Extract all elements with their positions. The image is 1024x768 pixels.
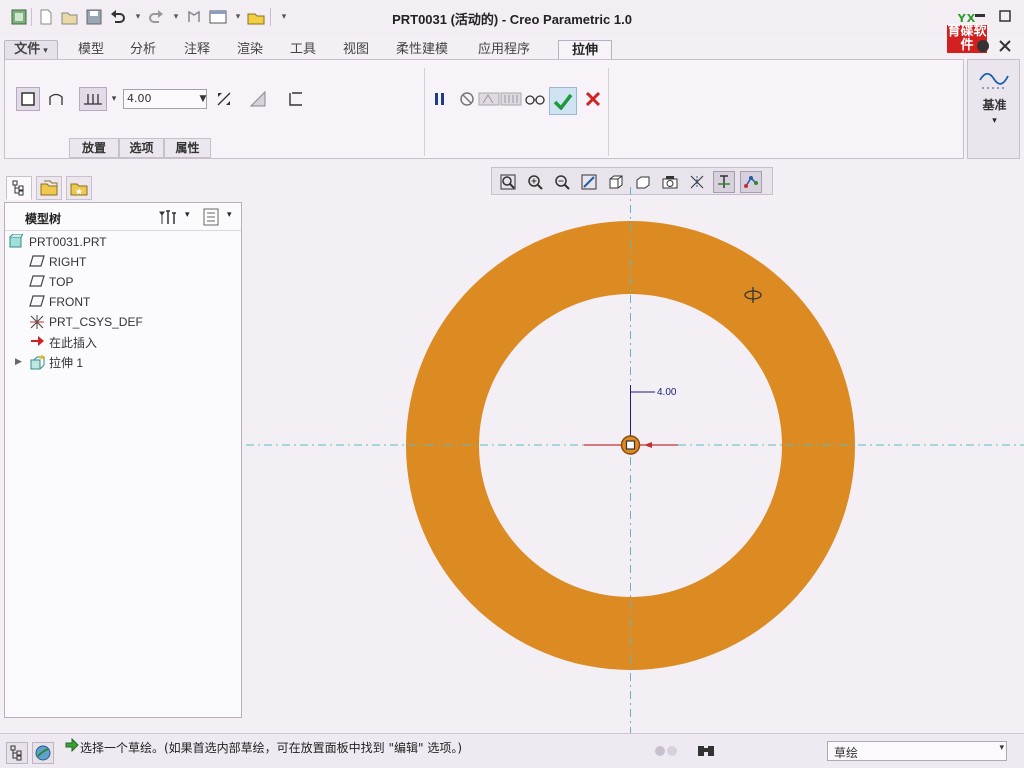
title-bar: ▾ ▾ ▾ ▾ PRT0031 (活动的) - Creo Parametric … bbox=[0, 0, 1024, 53]
subtab-properties[interactable]: 属性 bbox=[164, 138, 211, 158]
graphics-window[interactable]: 4.00 bbox=[246, 163, 1024, 733]
pause-icon[interactable] bbox=[428, 87, 452, 111]
minimize-button[interactable] bbox=[972, 8, 990, 24]
depth-value-input[interactable]: 4.00 bbox=[123, 89, 207, 109]
datum-plane-icon bbox=[29, 254, 45, 270]
datum-icon bbox=[978, 66, 1010, 92]
model-canvas: 4.00 bbox=[246, 187, 1024, 733]
status-light-icon-2 bbox=[667, 746, 677, 756]
chevron-down-icon: ▾ bbox=[43, 46, 48, 56]
status-light-icon bbox=[655, 746, 665, 756]
depth-value-dropdown-icon[interactable]: ▼ bbox=[196, 89, 210, 109]
tree-item-csys[interactable]: PRT_CSYS_DEF bbox=[29, 313, 143, 331]
tree-item-right[interactable]: RIGHT bbox=[29, 253, 86, 271]
navigator-tabs bbox=[4, 174, 242, 202]
datum-plane-icon bbox=[29, 274, 45, 290]
extrude-dashboard: ▾ 4.00 ▼ 放置 选项 属性 bbox=[4, 59, 964, 159]
csys-icon bbox=[29, 314, 45, 330]
status-message: 选择一个草绘。(如果首选内部草绘，可在放置面板中找到 "编辑" 选项。) bbox=[80, 741, 463, 755]
tab-file[interactable]: 文件 ▾ bbox=[4, 40, 58, 60]
tab-analysis[interactable]: 分析 bbox=[130, 40, 156, 60]
tree-item-part[interactable]: PRT0031.PRT bbox=[9, 233, 107, 251]
tab-extrude[interactable]: 拉伸 bbox=[558, 40, 612, 60]
datum-dropdown-icon[interactable]: ▾ bbox=[968, 116, 1021, 126]
folder-browser-tab-icon[interactable] bbox=[36, 176, 62, 200]
show-filters-icon[interactable] bbox=[203, 208, 221, 226]
depth-options-dropdown-icon[interactable]: ▾ bbox=[107, 87, 121, 111]
direction-arrow-head bbox=[644, 442, 652, 448]
datum-plane-icon bbox=[29, 294, 45, 310]
model-tree-panel: 模型树 ▾ ▾ PRT0031.PRT RIGHT TOP FRONT PRT_… bbox=[4, 202, 242, 718]
tab-applications[interactable]: 应用程序 bbox=[478, 40, 530, 60]
tree-settings-dropdown-icon[interactable]: ▾ bbox=[185, 210, 190, 220]
verify-mode-icon[interactable] bbox=[499, 87, 523, 111]
tab-annotate[interactable]: 注释 bbox=[184, 40, 210, 60]
tree-item-top[interactable]: TOP bbox=[29, 273, 73, 291]
chevron-down-icon: ▾ bbox=[999, 743, 1004, 753]
ribbon-tabs: 文件 ▾ 模型 分析 注释 渲染 工具 视图 柔性建模 应用程序 拉伸 bbox=[0, 36, 1024, 60]
tree-settings-icon[interactable] bbox=[159, 208, 179, 226]
no-preview-icon[interactable] bbox=[455, 87, 479, 111]
cancel-x-icon[interactable] bbox=[581, 87, 605, 111]
depth-dimension-label: 4.00 bbox=[657, 387, 677, 398]
thicken-sketch-icon[interactable] bbox=[284, 87, 308, 111]
model-tree-title: 模型树 bbox=[25, 212, 62, 226]
message-arrow-icon bbox=[65, 737, 79, 753]
model-tree-tab-icon[interactable] bbox=[6, 176, 32, 200]
window-title: PRT0031 (活动的) - Creo Parametric 1.0 bbox=[392, 12, 632, 27]
expand-arrow-icon[interactable]: ▶ bbox=[15, 357, 22, 367]
show-filters-dropdown-icon[interactable]: ▾ bbox=[227, 210, 232, 220]
tab-render[interactable]: 渲染 bbox=[237, 40, 263, 60]
insert-here-icon bbox=[29, 334, 45, 350]
extrude-icon bbox=[29, 354, 45, 370]
depth-blind-icon[interactable] bbox=[79, 87, 107, 111]
extrude-surface-icon[interactable] bbox=[44, 87, 68, 111]
subtab-options[interactable]: 选项 bbox=[119, 138, 164, 158]
status-bar: 选择一个草绘。(如果首选内部草绘，可在放置面板中找到 "编辑" 选项。) 草绘 … bbox=[0, 733, 1024, 768]
confirm-check-icon[interactable] bbox=[549, 87, 577, 115]
depth-dimension-line bbox=[630, 385, 655, 443]
model-tree-header: 模型树 ▾ ▾ bbox=[5, 203, 241, 231]
find-icon[interactable] bbox=[696, 742, 716, 760]
tree-item-extrude[interactable]: 拉伸 1 bbox=[29, 353, 83, 371]
tab-model[interactable]: 模型 bbox=[78, 40, 104, 60]
preview-icon[interactable] bbox=[477, 87, 501, 111]
glasses-icon[interactable] bbox=[523, 87, 547, 111]
browser-toggle-icon[interactable] bbox=[32, 742, 54, 764]
depth-drag-handle-center bbox=[625, 440, 636, 450]
tab-flexible-modeling[interactable]: 柔性建模 bbox=[396, 40, 448, 60]
selection-filter-select[interactable]: 草绘 ▾ bbox=[827, 741, 1007, 761]
tree-item-front[interactable]: FRONT bbox=[29, 293, 90, 311]
flip-direction-icon[interactable] bbox=[212, 87, 236, 111]
datum-label: 基准 bbox=[982, 98, 1007, 112]
part-icon bbox=[9, 233, 25, 250]
subtab-placement[interactable]: 放置 bbox=[69, 138, 119, 158]
extrude-solid-icon[interactable] bbox=[16, 87, 40, 111]
tab-view[interactable]: 视图 bbox=[343, 40, 369, 60]
navigator-toggle-icon[interactable] bbox=[6, 742, 28, 764]
favorites-tab-icon[interactable] bbox=[66, 176, 92, 200]
datum-button[interactable]: 基准 ▾ bbox=[967, 59, 1020, 159]
remove-material-icon[interactable] bbox=[246, 87, 270, 111]
tab-tools[interactable]: 工具 bbox=[290, 40, 316, 60]
tree-item-insert-here[interactable]: 在此插入 bbox=[29, 333, 97, 351]
maximize-button[interactable] bbox=[996, 8, 1014, 24]
